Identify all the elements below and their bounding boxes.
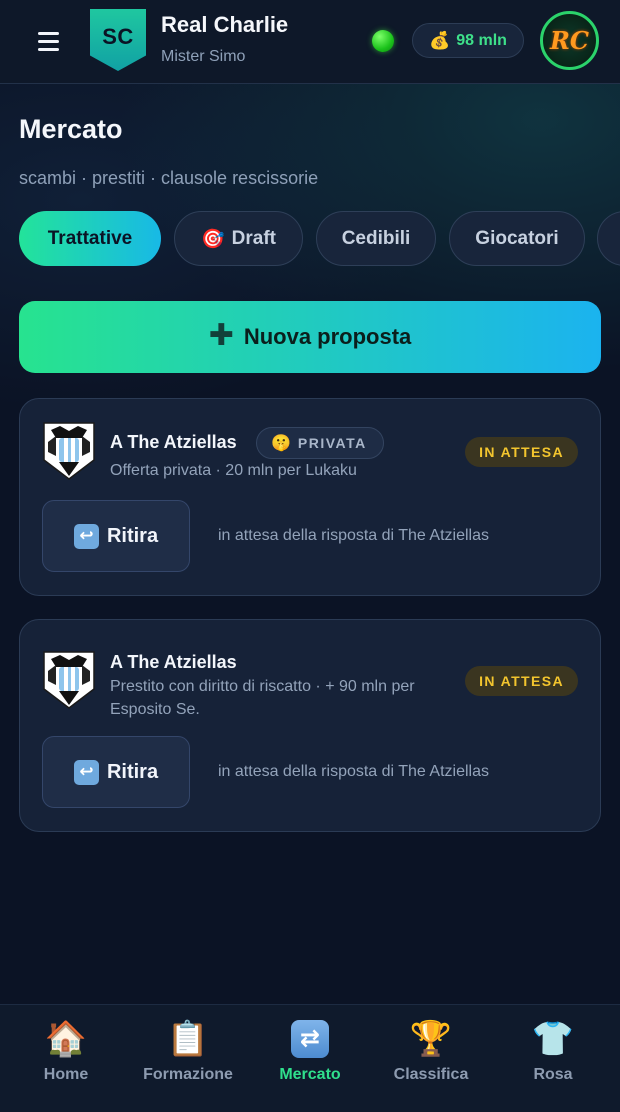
app: SC Real Charlie Mister Simo 💰 98 mln RC … xyxy=(0,0,620,1112)
budget-badge: 💰 98 mln xyxy=(412,23,524,58)
new-proposal-button[interactable]: ✚ Nuova proposta xyxy=(19,301,601,373)
undo-arrow-icon: ↩ xyxy=(73,523,99,549)
jersey-icon: 👕 xyxy=(531,1020,575,1058)
private-badge-label: PRIVATA xyxy=(297,435,367,451)
tab-more[interactable] xyxy=(597,211,620,266)
tab-label: Trattative xyxy=(47,227,133,249)
tab-label: Giocatori xyxy=(475,227,559,249)
market-tabs: Trattative 🎯 Draft Cedibili Giocatori xyxy=(19,211,620,267)
nav-formazione[interactable]: 📋 Formazione xyxy=(126,1017,250,1097)
budget-amount: 98 mln xyxy=(456,31,507,49)
waiting-text: in attesa della risposta di The Atziella… xyxy=(218,763,489,780)
nav-label: Mercato xyxy=(279,1066,341,1083)
tab-label: Cedibili xyxy=(341,227,411,249)
avatar-initials: RC xyxy=(549,26,590,55)
withdraw-label: Ritira xyxy=(106,760,159,783)
team-badge-initials: SC xyxy=(102,24,134,49)
offer-description: Offerta privata · 20 mln per Lukaku xyxy=(110,462,357,479)
money-bag-icon: 💰 xyxy=(429,30,451,50)
target-icon: 🎯 xyxy=(200,228,225,250)
house-icon: 🏠 xyxy=(44,1020,88,1058)
withdraw-button[interactable]: ↩ Ritira xyxy=(42,736,190,808)
tab-giocatori[interactable]: Giocatori xyxy=(449,211,585,266)
plus-icon: ✚ xyxy=(208,318,234,352)
repeat-arrows-icon: ⇄ xyxy=(291,1020,329,1058)
nav-classifica[interactable]: 🏆 Classifica xyxy=(369,1017,493,1097)
waiting-text: in attesa della risposta di The Atziella… xyxy=(218,527,489,544)
bottom-navigation: 🏠 Home 📋 Formazione ⇄ Mercato 🏆 Classifi… xyxy=(0,1004,620,1112)
tab-draft[interactable]: 🎯 Draft xyxy=(174,211,303,266)
nav-rosa[interactable]: 👕 Rosa xyxy=(491,1017,615,1097)
team-crest-icon xyxy=(43,422,95,480)
offer-title: A The Atziellas xyxy=(110,432,237,452)
tab-trattative[interactable]: Trattative xyxy=(19,211,161,266)
user-avatar[interactable]: RC xyxy=(540,11,599,70)
tab-label: Draft xyxy=(231,227,276,249)
page-subtitle: scambi · prestiti · clausole rescissorie xyxy=(19,168,319,188)
trophy-icon: 🏆 xyxy=(409,1020,453,1058)
nav-label: Home xyxy=(43,1066,89,1083)
withdraw-button[interactable]: ↩ Ritira xyxy=(42,500,190,572)
new-proposal-label: Nuova proposta xyxy=(243,324,412,349)
team-owner: Mister Simo xyxy=(161,48,246,65)
nav-label: Formazione xyxy=(143,1066,233,1083)
hamburger-menu-icon[interactable] xyxy=(38,32,59,51)
private-badge: 🤫 PRIVATA xyxy=(256,427,384,459)
team-badge: SC xyxy=(90,9,146,71)
clipboard-icon: 📋 xyxy=(166,1020,210,1058)
online-status-icon xyxy=(372,30,394,52)
nav-label: Rosa xyxy=(533,1066,573,1083)
nav-label: Classifica xyxy=(393,1066,469,1083)
team-name: Real Charlie xyxy=(161,12,289,37)
status-badge: IN ATTESA xyxy=(465,666,578,696)
shushing-face-icon: 🤫 xyxy=(271,435,291,452)
withdraw-label: Ritira xyxy=(106,524,159,547)
undo-arrow-icon: ↩ xyxy=(73,759,99,785)
nav-home[interactable]: 🏠 Home xyxy=(4,1017,128,1097)
top-header: SC Real Charlie Mister Simo 💰 98 mln RC xyxy=(0,0,620,84)
nav-mercato[interactable]: ⇄ Mercato xyxy=(248,1017,372,1097)
offer-card: A The Atziellas 🤫 PRIVATA IN ATTESA Offe… xyxy=(19,398,601,596)
offer-title: A The Atziellas xyxy=(110,652,237,672)
offer-card: A The Atziellas IN ATTESA Prestito con d… xyxy=(19,619,601,832)
offer-description: Prestito con diritto di riscatto · + 90 … xyxy=(110,678,415,718)
team-crest-icon xyxy=(43,651,95,709)
tab-cedibili[interactable]: Cedibili xyxy=(316,211,436,266)
status-badge: IN ATTESA xyxy=(465,437,578,467)
page-title: Mercato xyxy=(19,114,123,144)
nav-icon-wrapper: ⇄ xyxy=(291,1017,329,1061)
